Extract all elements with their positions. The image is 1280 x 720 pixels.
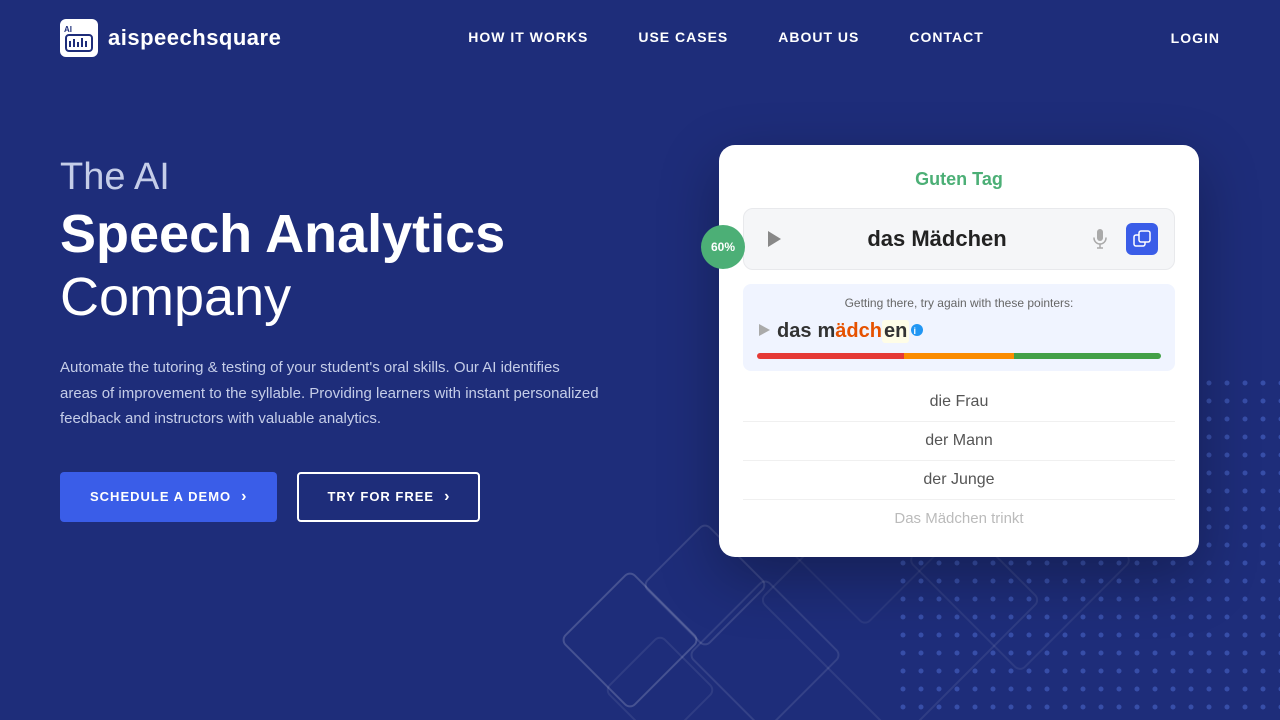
list-item-faded: Das Mädchen trinkt [743, 500, 1175, 537]
logo-text: aispeechsquare [108, 25, 281, 51]
feedback-hint: Getting there, try again with these poin… [757, 296, 1161, 310]
progress-red [757, 353, 904, 359]
hero-buttons: SCHEDULE A DEMO › TRY FOR FREE › [60, 472, 698, 522]
syllable-mark-icon: i [910, 323, 924, 340]
word-part-maedch: m [817, 320, 835, 343]
schedule-demo-button[interactable]: SCHEDULE A DEMO › [60, 472, 277, 522]
microphone-button[interactable] [1086, 225, 1114, 253]
hero-left: The AI Speech Analytics Company Automate… [60, 135, 698, 522]
hero-title2: Company [60, 268, 698, 327]
phoneme-row: das mädchen i [757, 320, 1161, 343]
nav-links: HOW IT WORKS USE CASES ABOUT US CONTACT [468, 29, 984, 47]
svg-text:AI: AI [64, 25, 72, 34]
nav-use-cases[interactable]: USE CASES [638, 29, 728, 45]
word-parts: das mädchen i [777, 320, 924, 343]
list-item-1[interactable]: der Mann [743, 422, 1175, 461]
hero-subtitle: The AI [60, 155, 698, 201]
pronunciation-progress-bar [757, 353, 1161, 359]
feedback-box: Getting there, try again with these poin… [743, 284, 1175, 371]
hero-section: The AI Speech Analytics Company Automate… [0, 75, 1280, 720]
score-badge: 60% [701, 225, 745, 269]
arrow-icon: › [241, 488, 247, 506]
card-greeting: Guten Tag [743, 169, 1175, 190]
list-item-2[interactable]: der Junge [743, 461, 1175, 500]
nav-how-it-works[interactable]: HOW IT WORKS [468, 29, 588, 45]
logo-icon: AI [60, 19, 98, 57]
word-part-das: das [777, 320, 811, 343]
phoneme-play-button[interactable] [757, 323, 771, 340]
nav-contact[interactable]: CONTACT [909, 29, 983, 45]
cube-button[interactable] [1126, 223, 1158, 255]
list-item-0[interactable]: die Frau [743, 383, 1175, 422]
navbar: AI aispeechsquare HOW IT WORKS USE CASES… [0, 0, 1280, 75]
hero-right: 60% Guten Tag das Mädchen [698, 135, 1220, 557]
svg-text:i: i [914, 326, 917, 336]
word-part-en: en [882, 320, 909, 343]
card-main-word: das Mädchen [800, 226, 1074, 252]
word-part-highlighted: ädch [835, 320, 882, 343]
try-free-button[interactable]: TRY FOR FREE › [297, 472, 480, 522]
progress-green [1014, 353, 1161, 359]
play-button[interactable] [760, 225, 788, 253]
progress-orange [904, 353, 1014, 359]
logo[interactable]: AI aispeechsquare [60, 19, 281, 57]
hero-title: Speech Analytics [60, 205, 698, 264]
speech-card: 60% Guten Tag das Mädchen [719, 145, 1199, 557]
login-button[interactable]: LOGIN [1171, 30, 1220, 46]
hero-description: Automate the tutoring & testing of your … [60, 355, 600, 432]
card-audio-row: das Mädchen [743, 208, 1175, 270]
nav-about-us[interactable]: ABOUT US [778, 29, 859, 45]
arrow-icon-2: › [444, 488, 450, 506]
